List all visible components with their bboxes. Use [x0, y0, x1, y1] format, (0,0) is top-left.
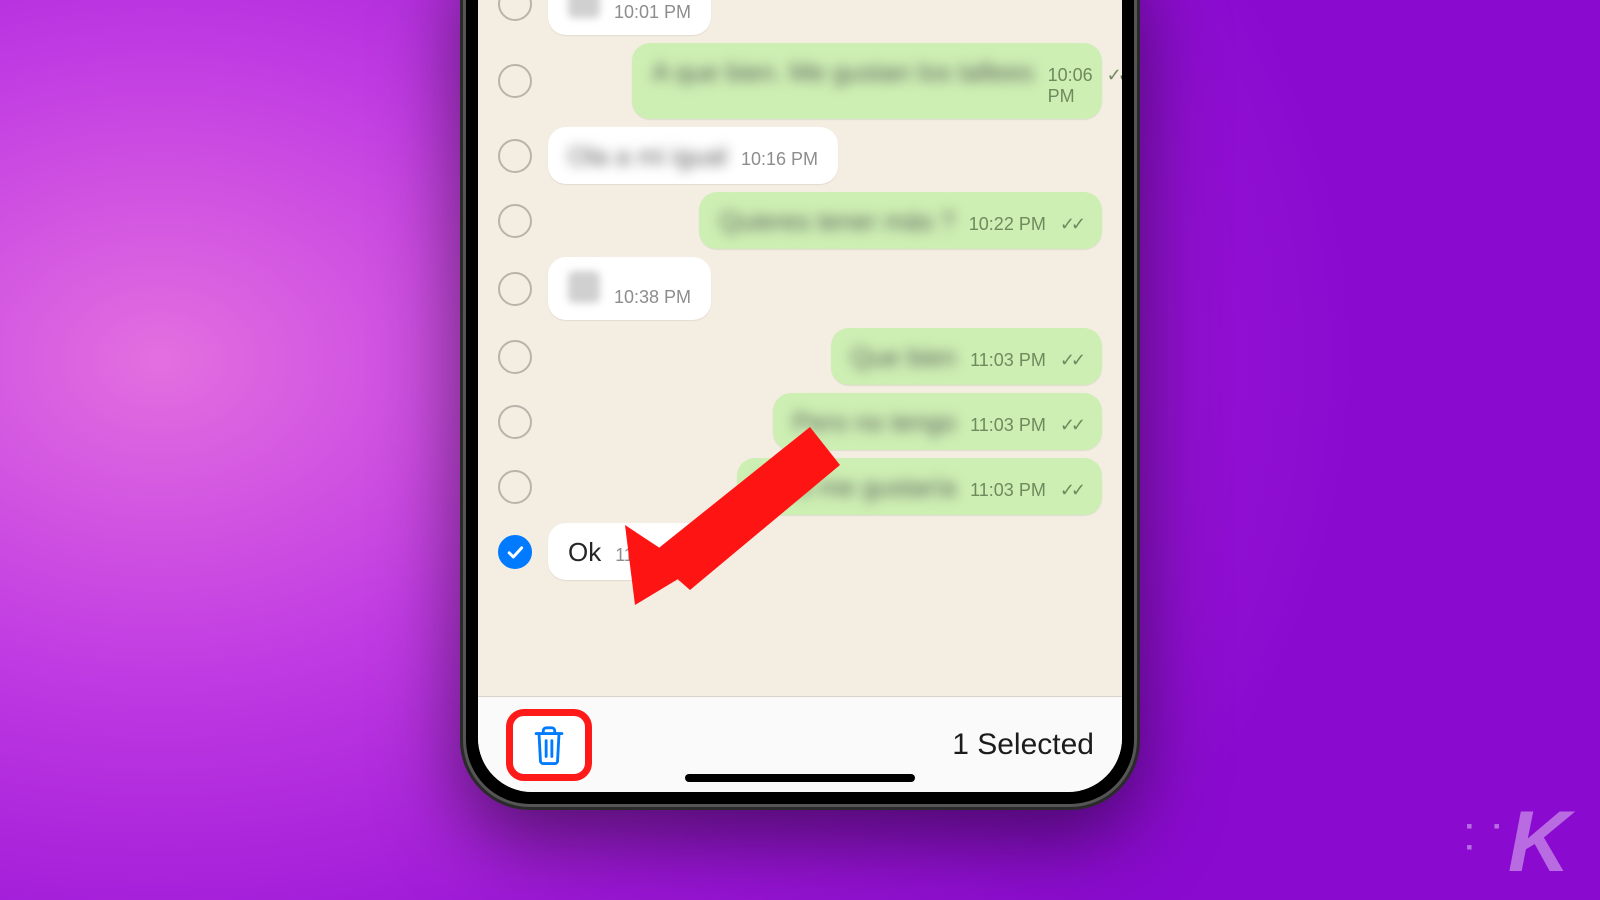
- message-time: 10:22 PM: [969, 214, 1046, 235]
- trash-icon: [531, 725, 567, 765]
- selection-circle[interactable]: [498, 204, 532, 238]
- message-text: Ola a mi igual: [568, 141, 727, 172]
- message-bubble-outgoing[interactable]: Pero me gustaría 11:03 PM ✓✓: [737, 458, 1102, 515]
- message-row[interactable]: Pero me gustaría 11:03 PM ✓✓: [498, 454, 1102, 519]
- read-ticks-icon: ✓✓: [1060, 214, 1082, 235]
- message-thumbnail: [568, 0, 600, 18]
- selection-circle-checked[interactable]: [498, 535, 532, 569]
- message-thumbnail: [568, 271, 600, 303]
- message-text: Quieres tener más ?: [719, 206, 955, 237]
- message-bubble-incoming[interactable]: Ola a mi igual 10:16 PM: [548, 127, 838, 184]
- message-time: 10:16 PM: [741, 149, 818, 170]
- read-ticks-icon: ✓✓: [1107, 65, 1122, 86]
- message-bubble-incoming[interactable]: 10:38 PM: [548, 257, 711, 320]
- message-row[interactable]: 10:38 PM: [498, 253, 1102, 324]
- message-text: A que bien. Me gustan los tallees: [652, 57, 1034, 88]
- selection-circle[interactable]: [498, 470, 532, 504]
- home-indicator: [685, 774, 915, 782]
- message-row[interactable]: Pero no tengo 11:03 PM ✓✓: [498, 389, 1102, 454]
- phone-screen: 10:01 PM A que bien. Me gustan los tallee…: [478, 0, 1122, 792]
- message-row[interactable]: Ok 11:04 PM: [498, 519, 1102, 584]
- selection-circle[interactable]: [498, 139, 532, 173]
- message-time: 11:04 PM: [615, 545, 691, 566]
- message-time: 11:03 PM: [970, 350, 1046, 371]
- message-bubble-incoming[interactable]: 10:01 PM: [548, 0, 711, 35]
- selection-circle[interactable]: [498, 272, 532, 306]
- brand-watermark: ▪ ▪▪K: [1466, 783, 1570, 882]
- message-time: 11:03 PM: [970, 480, 1046, 501]
- selection-circle[interactable]: [498, 340, 532, 374]
- message-bubble-outgoing[interactable]: Que bien 11:03 PM ✓✓: [831, 328, 1102, 385]
- message-row[interactable]: Que bien 11:03 PM ✓✓: [498, 324, 1102, 389]
- message-bubble-outgoing[interactable]: A que bien. Me gustan los tallees 10:06 P…: [632, 43, 1102, 119]
- message-text: Que bien: [851, 342, 957, 373]
- message-time: 10:01 PM: [614, 2, 691, 23]
- message-row[interactable]: 10:01 PM: [498, 0, 1102, 39]
- message-row[interactable]: A que bien. Me gustan los tallees 10:06 P…: [498, 39, 1102, 123]
- selection-circle[interactable]: [498, 405, 532, 439]
- selection-circle[interactable]: [498, 64, 532, 98]
- message-row[interactable]: Ola a mi igual 10:16 PM: [498, 123, 1102, 188]
- message-time: 11:03 PM: [970, 415, 1046, 436]
- message-bubble-outgoing[interactable]: Pero no tengo 11:03 PM ✓✓: [773, 393, 1102, 450]
- read-ticks-icon: ✓✓: [1060, 480, 1082, 501]
- chat-scroll-area[interactable]: 10:01 PM A que bien. Me gustan los tallee…: [478, 0, 1122, 696]
- message-row[interactable]: Quieres tener más ? 10:22 PM ✓✓: [498, 188, 1102, 253]
- selected-count-label: 1 Selected: [952, 728, 1094, 762]
- message-time: 10:06 PM: [1048, 65, 1093, 107]
- message-text: Pero me gustaría: [757, 472, 956, 503]
- delete-button[interactable]: [506, 709, 592, 781]
- read-ticks-icon: ✓✓: [1060, 415, 1082, 436]
- message-bubble-incoming[interactable]: Ok 11:04 PM: [548, 523, 711, 580]
- message-bubble-outgoing[interactable]: Quieres tener más ? 10:22 PM ✓✓: [699, 192, 1102, 249]
- message-text: Ok: [568, 537, 601, 568]
- message-time: 10:38 PM: [614, 287, 691, 308]
- message-text: Pero no tengo: [793, 407, 956, 438]
- phone-frame: 10:01 PM A que bien. Me gustan los tallee…: [460, 0, 1140, 810]
- read-ticks-icon: ✓✓: [1060, 350, 1082, 371]
- selection-circle[interactable]: [498, 0, 532, 21]
